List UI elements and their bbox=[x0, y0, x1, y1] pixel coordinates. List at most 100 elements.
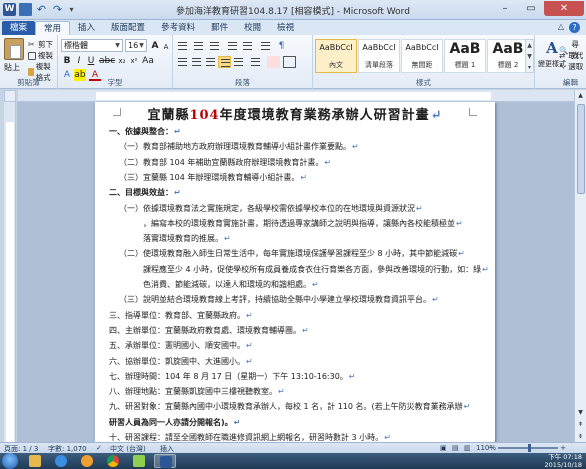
tab-mailings[interactable]: 郵件 bbox=[203, 21, 236, 35]
scrollbar-thumb[interactable] bbox=[577, 104, 585, 194]
taskbar-media[interactable] bbox=[76, 454, 98, 468]
start-icon[interactable] bbox=[2, 453, 18, 469]
font-name-value: 標楷體 bbox=[64, 41, 88, 50]
minimize-ribbon-icon[interactable]: △ bbox=[558, 22, 564, 31]
zoom-in-icon[interactable]: + bbox=[560, 444, 566, 452]
cut-label: 剪下 bbox=[38, 40, 53, 49]
italic-icon[interactable]: I bbox=[73, 55, 85, 67]
font-group: 標楷體 ▼ 16 ▼ A A B I U abc x₂ x² Aa A ab A… bbox=[58, 35, 173, 89]
line-spacing-icon[interactable] bbox=[249, 56, 262, 68]
shrink-font-icon[interactable]: A bbox=[160, 41, 172, 53]
borders-icon[interactable] bbox=[283, 56, 296, 68]
select-button[interactable]: ↖ 選取 bbox=[559, 61, 583, 72]
superscript-icon[interactable]: x² bbox=[128, 55, 140, 67]
scroll-down-icon[interactable]: ▼ bbox=[575, 407, 586, 418]
full-screen-icon[interactable]: ▤ bbox=[452, 444, 459, 452]
shading-icon[interactable] bbox=[267, 56, 280, 68]
vertical-ruler[interactable] bbox=[4, 102, 16, 442]
prev-page-icon[interactable]: ⇞ bbox=[575, 419, 586, 430]
document-line-text: 二、目標與效益： bbox=[109, 188, 173, 198]
style-name: 清單段落 bbox=[365, 61, 393, 69]
increase-indent-icon[interactable] bbox=[241, 40, 254, 52]
tab-file[interactable]: 檔案 bbox=[2, 21, 36, 35]
strikethrough-icon[interactable]: abc bbox=[99, 55, 115, 67]
tab-review[interactable]: 校閱 bbox=[236, 21, 269, 35]
minimize-icon[interactable]: – bbox=[492, 1, 518, 16]
change-case-icon[interactable]: Aa bbox=[142, 55, 154, 67]
paragraph-mark: ↵ bbox=[463, 402, 471, 412]
paragraph-mark: ↵ bbox=[246, 356, 253, 366]
document-line: （三）宜蘭縣 104 年辦理環境教育輔導小組計畫。↵ bbox=[119, 172, 307, 183]
scroll-up-icon[interactable]: ▲ bbox=[575, 90, 586, 101]
paragraph-mark: ↵ bbox=[302, 325, 309, 335]
replace-button[interactable]: ⇄ 取代 bbox=[559, 50, 583, 61]
proofing-icon[interactable]: ✓ bbox=[96, 444, 102, 452]
tab-insert[interactable]: 插入 bbox=[70, 21, 103, 35]
close-icon[interactable]: ✕ bbox=[544, 1, 584, 16]
styles-scroll[interactable]: ▲ ▼ ▾ bbox=[525, 39, 534, 73]
style-no-spacing[interactable]: AaBbCcI 無間距 bbox=[401, 39, 443, 73]
taskbar-ie[interactable] bbox=[50, 454, 72, 468]
numbering-icon[interactable] bbox=[192, 40, 205, 52]
cut-button[interactable]: ✂ 剪下 bbox=[28, 39, 53, 50]
distributed-icon[interactable] bbox=[232, 56, 245, 68]
tab-home[interactable]: 常用 bbox=[35, 21, 71, 35]
bold-icon[interactable]: B bbox=[61, 55, 73, 67]
vertical-scrollbar[interactable]: ▲ ▼ ⇞ ⇟ bbox=[574, 90, 586, 442]
format-painter-icon bbox=[28, 68, 34, 76]
show-marks-icon[interactable]: ¶ bbox=[275, 40, 288, 52]
maximize-icon[interactable]: ▭ bbox=[518, 1, 544, 16]
tab-page-layout[interactable]: 版面配置 bbox=[103, 21, 153, 35]
next-page-icon[interactable]: ⇟ bbox=[575, 431, 586, 442]
align-left-icon[interactable] bbox=[176, 56, 189, 68]
document-line-text: 七、辦理時間：104 年 8 月 17 日（星期一）下午 13:10-16:30… bbox=[109, 371, 348, 381]
zoom-out-icon[interactable]: − bbox=[488, 444, 494, 452]
document-line-text: （一）教育部補助地方政府辦理環境教育輔導小組計畫作業要點。 bbox=[119, 142, 351, 152]
document-page[interactable]: 宜蘭縣104年度環境教育業務承辦人研習計畫↵ 一、依據與整合：↵ （一）教育部補助… bbox=[95, 102, 495, 442]
chevron-down-icon[interactable]: ▼ bbox=[113, 40, 122, 51]
system-tray[interactable]: 下午 07:18 2015/10/18 bbox=[545, 453, 582, 469]
decrease-indent-icon[interactable] bbox=[226, 40, 239, 52]
copy-label: 複製 bbox=[38, 51, 53, 60]
help-icon[interactable]: ? bbox=[569, 22, 580, 33]
taskbar-explorer[interactable] bbox=[24, 454, 46, 468]
tab-view[interactable]: 檢視 bbox=[269, 21, 302, 35]
styles-group-label: 樣式 bbox=[416, 78, 431, 87]
style-list-paragraph[interactable]: AaBbCcI 清單段落 bbox=[358, 39, 400, 73]
style-heading-2[interactable]: AaB 標題 2 bbox=[487, 39, 529, 73]
bullets-icon[interactable] bbox=[176, 40, 189, 52]
style-normal[interactable]: AaBbCcI 內文 bbox=[315, 39, 357, 73]
chevron-down-icon[interactable]: ▼ bbox=[137, 40, 146, 51]
underline-icon[interactable]: U bbox=[85, 55, 97, 67]
document-line-text: （二）使環境教育融入師生日常生活中，每年實施環境保護學習課程至少 8 小時，其中… bbox=[119, 249, 458, 259]
taskbar-word[interactable] bbox=[154, 454, 176, 468]
sort-icon[interactable] bbox=[259, 40, 272, 52]
style-sample: AaB bbox=[492, 41, 524, 57]
tab-references[interactable]: 參考資料 bbox=[153, 21, 203, 35]
document-line: 一、依據與整合：↵ bbox=[109, 126, 181, 137]
taskbar-app[interactable] bbox=[128, 454, 150, 468]
font-size-combo[interactable]: 16 ▼ bbox=[125, 39, 147, 52]
paste-button[interactable]: 貼上 bbox=[4, 62, 20, 73]
taskbar-chrome[interactable] bbox=[102, 454, 124, 468]
web-layout-icon[interactable]: ▥ bbox=[464, 444, 471, 452]
subscript-icon[interactable]: x₂ bbox=[116, 55, 128, 67]
horizontal-ruler[interactable] bbox=[18, 90, 574, 102]
justify-icon[interactable] bbox=[218, 56, 231, 68]
paragraph-mark: ↵ bbox=[348, 371, 356, 381]
document-line-text: 五、承辦單位：憲明國小、順安國中。 bbox=[109, 341, 245, 351]
ruler-toggle[interactable] bbox=[4, 90, 16, 102]
paste-icon[interactable] bbox=[4, 38, 24, 60]
print-layout-icon[interactable]: ▣ bbox=[440, 444, 447, 452]
style-heading-1[interactable]: AaB 標題 1 bbox=[444, 39, 486, 73]
font-name-combo[interactable]: 標楷體 ▼ bbox=[61, 39, 123, 52]
media-player-icon bbox=[81, 455, 93, 467]
zoom-slider[interactable] bbox=[498, 444, 558, 452]
window-controls: – ▭ ✕ bbox=[492, 1, 584, 16]
align-center-icon[interactable] bbox=[190, 56, 203, 68]
ribbon-tabs: 檔案 常用 插入 版面配置 參考資料 郵件 校閱 檢視 bbox=[0, 20, 586, 35]
align-right-icon[interactable] bbox=[204, 56, 217, 68]
multilevel-list-icon[interactable] bbox=[208, 40, 221, 52]
copy-button[interactable]: 複製 bbox=[28, 50, 53, 61]
document-line: 十、研習課程：請至全國教師在職進修資訊網上網報名，研習時數計 3 小時。↵ bbox=[109, 432, 391, 442]
